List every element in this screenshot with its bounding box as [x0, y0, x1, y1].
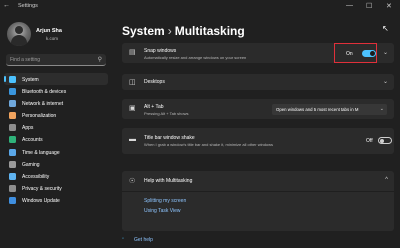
sidebar-item-label: Personalization — [22, 113, 57, 120]
breadcrumb-parent[interactable]: System — [122, 24, 165, 38]
avatar[interactable] — [7, 22, 31, 46]
search-input[interactable]: Find a setting ⚲ — [6, 54, 106, 66]
snap-subtitle: Automatically resize and arrange windows… — [144, 55, 247, 60]
sidebar-item-label: Accessibility — [22, 174, 50, 180]
sidebar-item[interactable]: Time & language — [4, 146, 108, 158]
sidebar: Arjun Sha k.com Find a setting ⚲ System B… — [0, 14, 112, 248]
globe-icon: ☉ — [129, 178, 136, 185]
chevron-down-icon[interactable]: ⌄ — [383, 49, 388, 56]
close-icon[interactable]: ✕ — [386, 2, 392, 10]
sidebar-item-label: Network & internet — [22, 100, 64, 107]
apps-icon — [9, 124, 16, 132]
window-title: Settings — [18, 3, 38, 9]
help-title: Help with Multitasking — [144, 178, 193, 184]
sidebar-item-label: Apps — [22, 125, 34, 132]
search-placeholder: Find a setting — [10, 57, 41, 63]
avatar-head — [15, 26, 23, 34]
help-link-task-view[interactable]: Using Task View — [144, 208, 181, 214]
page-title: Multitasking — [174, 24, 245, 38]
help-icon: ◦ — [122, 236, 125, 242]
highlight-box — [334, 43, 377, 63]
desktops-icon: ◫ — [129, 79, 136, 86]
system-icon — [9, 75, 16, 83]
sidebar-item[interactable]: Apps — [4, 122, 108, 134]
sidebar-item[interactable]: Accounts — [4, 134, 108, 146]
gamepad-icon — [9, 160, 16, 168]
sidebar-item[interactable]: Gaming — [4, 158, 108, 170]
accessibility-icon — [9, 173, 16, 180]
shake-icon: ▬ — [129, 136, 136, 143]
alttab-select-value: Open windows and 5 most recent tabs in M — [276, 107, 359, 112]
alttab-subtitle: Pressing Alt + Tab shows — [144, 111, 189, 116]
alttab-icon: ▣ — [129, 105, 136, 112]
alttab-title: Alt + Tab — [144, 104, 164, 110]
sidebar-item[interactable]: Bluetooth & devices — [4, 85, 108, 97]
user-name: Arjun Sha — [36, 28, 62, 34]
sidebar-item-label: System — [22, 76, 39, 83]
search-icon: ⚲ — [97, 57, 102, 63]
divider — [122, 191, 394, 192]
shake-state-label: Off — [366, 138, 373, 144]
sidebar-item[interactable]: Personalization — [4, 110, 108, 122]
snap-title: Snap windows — [144, 48, 177, 54]
back-arrow-icon[interactable]: ← — [3, 2, 10, 9]
chevron-up-icon[interactable]: ^ — [385, 177, 388, 183]
sidebar-item-label: Windows Update — [22, 198, 60, 205]
sidebar-item-label: Bluetooth & devices — [22, 88, 67, 95]
alt-tab-card: ▣ Alt + Tab Pressing Alt + Tab shows Ope… — [122, 99, 394, 119]
mouse-cursor-icon: ↖ — [382, 24, 389, 33]
sidebar-item[interactable]: System — [4, 73, 108, 86]
alttab-select[interactable]: Open windows and 5 most recent tabs in M… — [272, 104, 387, 115]
sidebar-item[interactable]: Windows Update — [4, 195, 108, 207]
update-icon — [9, 197, 16, 205]
breadcrumb: System › Multitasking — [122, 24, 245, 38]
breadcrumb-separator: › — [167, 24, 172, 38]
main-content: System › Multitasking ▤ Snap windows Autom… — [112, 14, 400, 248]
minimize-icon[interactable]: — — [346, 2, 353, 9]
person-icon — [9, 136, 16, 144]
chevron-down-icon[interactable]: ⌄ — [383, 78, 388, 85]
avatar-body — [11, 35, 27, 46]
maximize-icon[interactable]: ☐ — [366, 2, 372, 10]
wifi-icon — [9, 99, 16, 107]
shake-subtitle: When I grab a window's title bar and sha… — [144, 142, 274, 147]
title-bar-shake-card: ▬ Title bar window shake When I grab a w… — [122, 128, 394, 154]
sidebar-item[interactable]: Network & internet — [4, 97, 108, 109]
chevron-down-icon: ⌄ — [379, 106, 384, 112]
help-card: ☉ Help with Multitasking ^ Splitting my … — [122, 171, 394, 231]
sidebar-item-label: Accounts — [22, 137, 43, 144]
desktops-card[interactable]: ◫ Desktops ⌄ — [122, 74, 394, 90]
brush-icon — [9, 112, 16, 120]
sidebar-item[interactable]: Accessibility — [4, 171, 108, 183]
sidebar-item-label: Privacy & security — [22, 186, 62, 193]
shield-icon — [9, 185, 16, 193]
sidebar-item-label: Gaming — [22, 161, 40, 168]
sidebar-nav: System Bluetooth & devices Network & inter… — [4, 73, 108, 207]
shake-title: Title bar window shake — [144, 135, 195, 141]
get-help-label: Get help — [134, 237, 153, 243]
shake-toggle[interactable] — [378, 137, 392, 144]
snap-icon: ▤ — [129, 49, 136, 56]
bluetooth-icon — [9, 87, 16, 95]
sidebar-item-label: Time & language — [22, 149, 60, 156]
toggle-knob — [380, 138, 384, 143]
sidebar-item[interactable]: Privacy & security — [4, 183, 108, 195]
help-link-splitting[interactable]: Splitting my screen — [144, 198, 186, 204]
title-bar: ← Settings — ☐ ✕ — [0, 0, 400, 14]
desktops-title: Desktops — [144, 79, 165, 85]
user-email: k.com — [46, 36, 59, 41]
clock-icon — [9, 148, 16, 156]
